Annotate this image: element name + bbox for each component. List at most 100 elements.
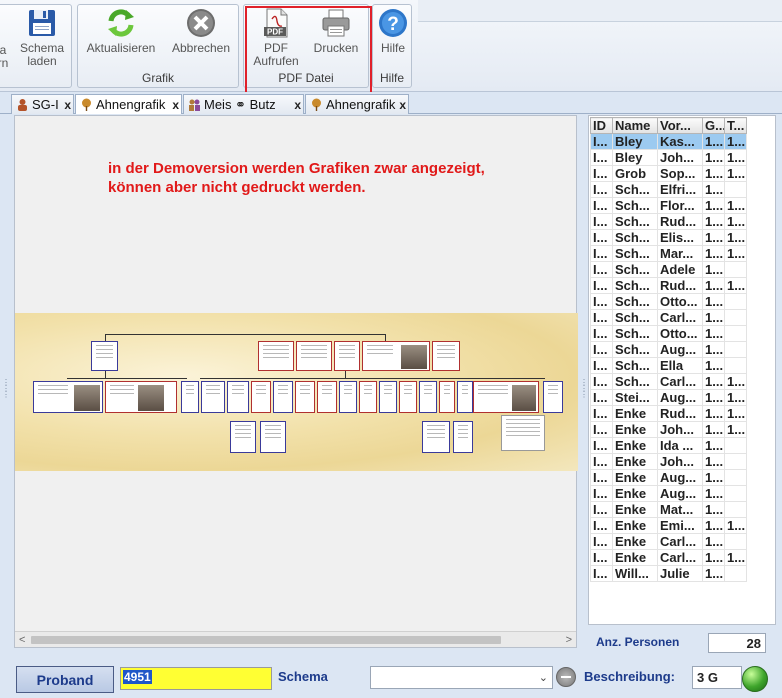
cell-id: I... [590,293,613,310]
scroll-right-arrow-icon[interactable]: > [566,634,572,646]
tab-close-icon[interactable]: x [64,98,71,112]
person-card[interactable] [457,381,473,413]
person-card[interactable] [181,381,199,413]
person-row[interactable]: I... Sch... Carl... 1... [590,309,747,326]
column-header-vorname[interactable]: Vor... [657,117,703,134]
person-card[interactable] [260,421,286,453]
person-card[interactable] [273,381,293,413]
person-card-with-photo[interactable] [105,381,177,413]
chevron-down-icon[interactable]: ⌄ [539,671,548,684]
partial-save-button[interactable]: a rn [0,44,9,70]
aktualisieren-button[interactable]: Aktualisieren [82,7,160,55]
person-list[interactable]: ID Name Vor... G... T... I... Bley Kas... 1… [588,115,776,625]
person-row[interactable]: I... Enke Aug... 1... [590,469,747,486]
person-row[interactable]: I... Sch... Otto... 1... [590,325,747,342]
cell-geburt: 1... [702,485,725,502]
person-row[interactable]: I... Sch... Elfri... 1... [590,181,747,198]
person-card[interactable] [296,341,332,371]
person-card[interactable] [317,381,337,413]
person-photo [401,345,427,369]
person-row[interactable]: I... Grob Sop... 1... 1... [590,165,747,182]
schema-clear-icon[interactable] [556,667,576,687]
person-card-with-photo[interactable] [33,381,103,413]
person-row[interactable]: I... Sch... Mar... 1... 1... [590,245,747,262]
person-row[interactable]: I... Sch... Aug... 1... [590,341,747,358]
scroll-left-arrow-icon[interactable]: < [19,634,25,646]
schema-select[interactable]: ⌄ [370,666,553,689]
person-row[interactable]: I... Enke Mat... 1... [590,501,747,518]
person-row[interactable]: I... Enke Joh... 1... [590,453,747,470]
person-card[interactable] [339,381,357,413]
person-row[interactable]: I... Sch... Otto... 1... [590,293,747,310]
tab-sg[interactable]: SG-I x [11,94,74,114]
person-card[interactable] [227,381,249,413]
beschreibung-field[interactable]: 3 G [692,666,742,689]
column-header-geburt[interactable]: G... [702,117,725,134]
person-card[interactable] [334,341,360,371]
person-row[interactable]: I... Will... Julie 1... [590,565,747,582]
person-card[interactable] [359,381,377,413]
person-card[interactable] [258,341,294,371]
proband-input[interactable]: 4951 [120,667,272,690]
grafik-group-label: Grafik [141,71,174,85]
scrollbar-thumb[interactable] [31,636,501,644]
hilfe-button[interactable]: ? Hilfe [375,7,411,55]
person-card[interactable] [379,381,397,413]
person-row[interactable]: I... Sch... Flor... 1... 1... [590,197,747,214]
person-row[interactable]: I... Sch... Ella 1... [590,357,747,374]
person-row[interactable]: I... Sch... Rud... 1... 1... [590,213,747,230]
person-row[interactable]: I... Bley Joh... 1... 1... [590,149,747,166]
tab-close-icon[interactable]: x [294,98,301,112]
graphic-canvas[interactable]: in der Demoversion werden Grafiken zwar … [14,115,578,648]
help-icon-text: ? [387,14,399,35]
cell-name: Sch... [612,245,658,262]
ancestor-tree-graphic[interactable] [15,313,578,471]
person-card[interactable] [201,381,225,413]
person-row[interactable]: I... Sch... Rud... 1... 1... [590,277,747,294]
center-splitter-grip[interactable]: ⋮ ⋮ ⋮ [580,379,588,410]
person-card[interactable] [399,381,417,413]
person-card[interactable] [432,341,460,371]
person-card[interactable] [453,421,473,453]
person-row[interactable]: I... Enke Carl... 1... 1... [590,549,747,566]
person-row[interactable]: I... Stei... Aug... 1... 1... [590,389,747,406]
person-card[interactable] [91,341,118,371]
person-row[interactable]: I... Bley Kas... 1... 1... [590,133,747,150]
tab-close-icon[interactable]: x [172,98,179,112]
person-card[interactable] [230,421,256,453]
person-row[interactable]: I... Enke Rud... 1... 1... [590,405,747,422]
cell-id: I... [590,501,613,518]
proband-button[interactable]: Proband [16,666,114,693]
floppy-disk-icon [29,10,55,36]
person-row[interactable]: I... Sch... Carl... 1... 1... [590,373,747,390]
schema-laden-button[interactable]: Schema laden [15,7,69,68]
person-row[interactable]: I... Enke Joh... 1... 1... [590,421,747,438]
person-card[interactable] [419,381,437,413]
person-row[interactable]: I... Sch... Elis... 1... 1... [590,229,747,246]
column-header-name[interactable]: Name [612,117,658,134]
tab-ahnengrafik-2[interactable]: Ahnengrafik x [305,94,409,114]
person-row[interactable]: I... Enke Aug... 1... [590,485,747,502]
tab-close-icon[interactable]: x [399,98,406,112]
person-row[interactable]: I... Enke Ida ... 1... [590,437,747,454]
person-card[interactable] [422,421,450,453]
person-card-with-photo[interactable] [362,341,430,371]
person-card[interactable] [439,381,455,413]
left-splitter-grip[interactable]: ⋮ ⋮ ⋮ [2,379,10,410]
abbrechen-button[interactable]: Abbrechen [166,7,236,55]
tab-meis-butz[interactable]: Meis ⚭ Butz x [183,94,304,114]
person-row[interactable]: I... Enke Emi... 1... 1... [590,517,747,534]
column-header-tod[interactable]: T... [724,117,747,134]
cell-name: Sch... [612,373,658,390]
person-card[interactable] [295,381,315,413]
person-card[interactable] [543,381,563,413]
cell-vorname: Otto... [657,293,703,310]
person-row[interactable]: I... Enke Carl... 1... [590,533,747,550]
person-card[interactable] [251,381,271,413]
cell-vorname: Ida ... [657,437,703,454]
tab-ahnengrafik-1[interactable]: Ahnengrafik x [75,94,182,114]
column-header-id[interactable]: ID [590,117,613,134]
person-card-with-photo[interactable] [473,381,539,413]
canvas-horizontal-scrollbar[interactable]: < > [15,631,576,647]
person-row[interactable]: I... Sch... Adele 1... [590,261,747,278]
